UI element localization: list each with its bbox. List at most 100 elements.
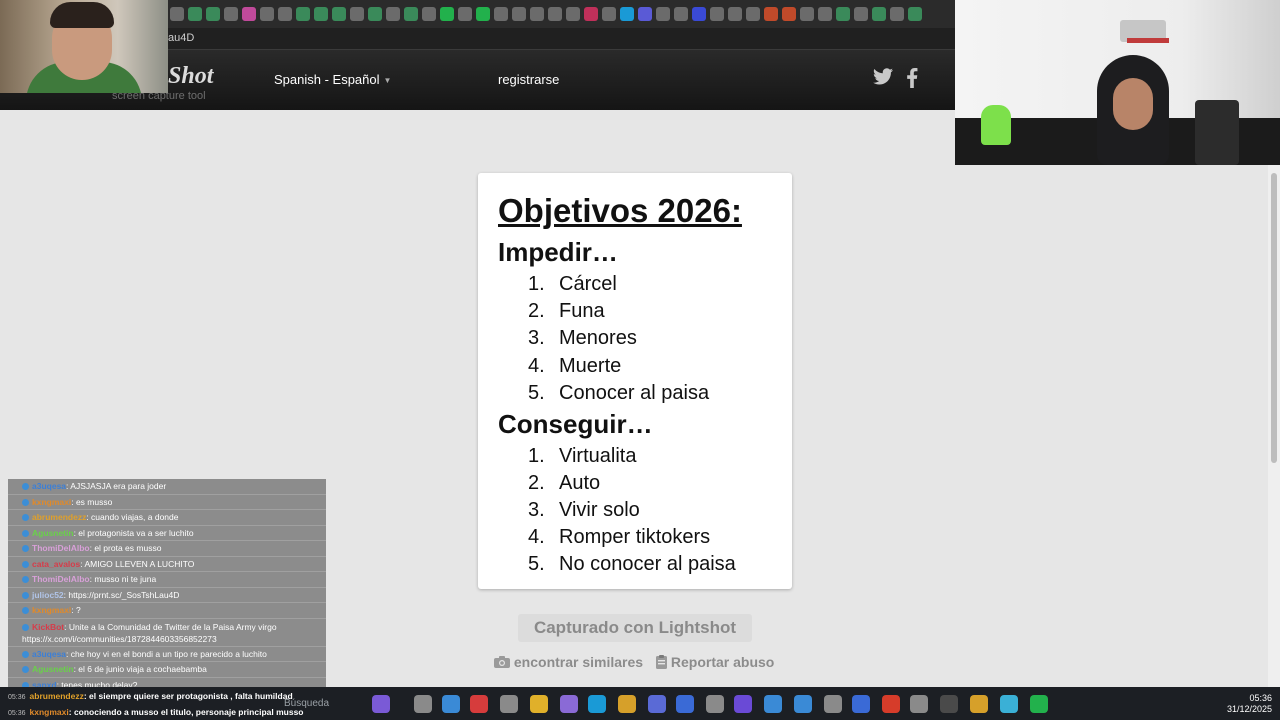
taskbar-app-icon[interactable] [530, 695, 548, 713]
bookmark-icon[interactable] [512, 7, 526, 21]
taskbar-app-icon[interactable] [500, 695, 518, 713]
bookmark-icon[interactable] [656, 7, 670, 21]
bookmark-icon[interactable] [746, 7, 760, 21]
taskbar-chat-overlay: 05:36 abrumendezz: el siempre quiere ser … [8, 689, 304, 720]
webcam-person-face [1113, 78, 1153, 130]
bookmark-icon[interactable] [188, 7, 202, 21]
webcam-overlay-left [0, 0, 168, 93]
bookmark-icon[interactable] [224, 7, 238, 21]
badge-icon [22, 483, 29, 491]
taskbar-app-icon[interactable] [676, 695, 694, 713]
item-text: No conocer al paisa [559, 553, 736, 575]
badge-icon [22, 560, 29, 568]
bookmark-icon[interactable] [890, 7, 904, 21]
bookmark-icon[interactable] [566, 7, 580, 21]
bookmark-icon[interactable] [458, 7, 472, 21]
bookmark-icon[interactable] [692, 7, 706, 21]
bookmark-icon[interactable] [170, 7, 184, 21]
screenshot-image[interactable]: Objetivos 2026: Impedir… 1. Cárcel 2. Funa… [478, 173, 792, 589]
bookmark-icon[interactable] [872, 7, 886, 21]
taskbar-search[interactable]: Búsqueda [262, 694, 362, 714]
bookmark-icon[interactable] [386, 7, 400, 21]
clipboard-icon [656, 654, 671, 670]
chat-text: : el protagonista va a ser luchito [73, 527, 194, 538]
taskbar-app-icon[interactable] [824, 695, 842, 713]
bookmark-icon[interactable] [494, 7, 508, 21]
taskbar-app-icon[interactable] [794, 695, 812, 713]
bookmark-icon[interactable] [620, 7, 634, 21]
badge-icon [22, 607, 29, 615]
language-label: Spanish - Español [274, 72, 380, 87]
bookmark-icon[interactable] [440, 7, 454, 21]
find-similar-link[interactable]: encontrar similares [494, 654, 643, 670]
language-selector[interactable]: Spanish - Español ▼ [266, 69, 399, 91]
captured-with-lightshot-button[interactable]: Capturado con Lightshot [518, 614, 752, 642]
taskbar-app-icon[interactable] [764, 695, 782, 713]
taskbar-app-icon[interactable] [940, 695, 958, 713]
taskbar-app-icon[interactable] [1000, 695, 1018, 713]
taskbar-app-icon[interactable] [1030, 695, 1048, 713]
bookmark-icon[interactable] [296, 7, 310, 21]
item-number: 2. [528, 300, 545, 322]
bookmark-icon[interactable] [206, 7, 220, 21]
bookmark-icon[interactable] [422, 7, 436, 21]
taskbar-app-icon[interactable] [414, 695, 432, 713]
bookmark-icon[interactable] [728, 7, 742, 21]
taskbar-app-icon[interactable] [372, 695, 390, 713]
bookmark-icon[interactable] [854, 7, 868, 21]
report-abuse-link[interactable]: Reportar abuso [656, 654, 774, 670]
taskbar-app-icon[interactable] [706, 695, 724, 713]
system-clock[interactable]: 05:36 31/12/2025 [1212, 693, 1272, 715]
bookmark-icon[interactable] [368, 7, 382, 21]
taskbar-app-icon[interactable] [618, 695, 636, 713]
bookmark-icon[interactable] [818, 7, 832, 21]
chat-message: kxngmaxi: es musso [8, 495, 326, 510]
taskbar-app-icon[interactable] [734, 695, 752, 713]
chat-message: Agusnetin: el protagonista va a ser luch… [8, 526, 326, 541]
chair [1195, 100, 1239, 165]
page-scrollbar[interactable] [1268, 165, 1280, 687]
bookmark-icon[interactable] [710, 7, 724, 21]
bookmark-icon[interactable] [332, 7, 346, 21]
chat-message: kxngmaxi: ? [8, 603, 326, 619]
chat-message: julioc52: https://prnt.sc/_SosTshLau4D [8, 588, 326, 603]
scrollbar-thumb[interactable] [1271, 173, 1277, 463]
bookmark-icon[interactable] [602, 7, 616, 21]
lightshot-logo[interactable]: Shot [168, 63, 213, 90]
taskbar-app-icon[interactable] [970, 695, 988, 713]
bookmark-icon[interactable] [476, 7, 490, 21]
bookmark-icon[interactable] [800, 7, 814, 21]
taskbar-app-icon[interactable] [882, 695, 900, 713]
bookmark-icon[interactable] [530, 7, 544, 21]
facebook-icon[interactable] [906, 68, 918, 94]
taskbar-app-icon[interactable] [910, 695, 928, 713]
chat-username: sapxd [32, 679, 57, 688]
register-link[interactable]: registrarse [492, 69, 565, 91]
chat-username: ThomiDelAlbo [32, 574, 90, 584]
bookmark-icon[interactable] [260, 7, 274, 21]
item-text: Virtualita [559, 445, 637, 467]
bookmark-icon[interactable] [836, 7, 850, 21]
bookmark-icon[interactable] [584, 7, 598, 21]
list-item: 2. Funa [528, 300, 605, 323]
chat-text: : tenes mucho delay? [56, 679, 138, 688]
taskbar-app-icon[interactable] [648, 695, 666, 713]
bookmark-icon[interactable] [782, 7, 796, 21]
twitter-icon[interactable] [873, 68, 893, 91]
taskbar-app-icon[interactable] [560, 695, 578, 713]
bookmark-icon[interactable] [278, 7, 292, 21]
taskbar-app-icon[interactable] [470, 695, 488, 713]
taskbar-app-icon[interactable] [852, 695, 870, 713]
taskbar-app-icon[interactable] [588, 695, 606, 713]
bookmark-icon[interactable] [404, 7, 418, 21]
bookmark-icon[interactable] [638, 7, 652, 21]
bookmark-icon[interactable] [548, 7, 562, 21]
bookmark-icon[interactable] [764, 7, 778, 21]
chat-username: abrumendezz [29, 691, 84, 701]
bookmark-icon[interactable] [242, 7, 256, 21]
bookmark-icon[interactable] [350, 7, 364, 21]
bookmark-icon[interactable] [674, 7, 688, 21]
taskbar-app-icon[interactable] [442, 695, 460, 713]
bookmark-icon[interactable] [908, 7, 922, 21]
bookmark-icon[interactable] [314, 7, 328, 21]
